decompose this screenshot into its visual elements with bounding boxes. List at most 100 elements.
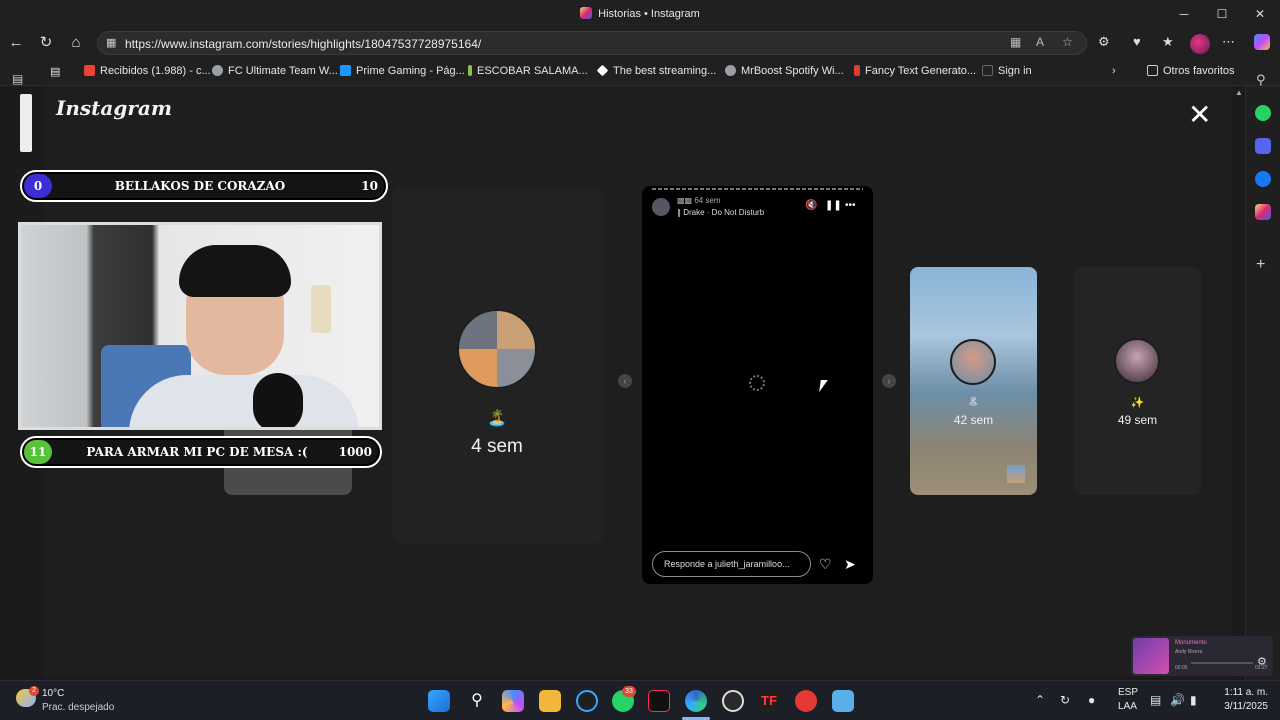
favorite-item[interactable]: Sign in <box>982 65 1032 77</box>
reply-input[interactable]: Responde a julieth_jaramilloo... <box>652 551 811 577</box>
favorites-icon[interactable]: ★ <box>1162 34 1174 50</box>
app-available-icon[interactable]: ▦ <box>1010 35 1021 49</box>
url-text[interactable]: https://www.instagram.com/stories/highli… <box>125 37 481 51</box>
refresh-button[interactable]: ↻ <box>35 32 57 54</box>
now-playing-widget[interactable]: Monumento Andy Rivera 00:05 03:27 <box>1131 636 1273 676</box>
favorite-star-icon[interactable]: ☆ <box>1062 35 1073 49</box>
favorite-item[interactable]: ESCOBAR SALAMA... <box>468 65 588 77</box>
other-favorites-folder[interactable]: Otros favoritos <box>1147 65 1235 77</box>
whatsapp-icon[interactable] <box>1255 105 1271 121</box>
top-goal-bar: 0 BELLAKOS DE CORAZAO 10 <box>20 170 388 202</box>
next-story-arrow-icon[interactable]: › <box>882 374 896 388</box>
customize-icon[interactable]: ⚙ <box>1257 655 1267 668</box>
extensions-icon[interactable]: ⚙ <box>1098 34 1110 50</box>
volume-icon[interactable]: 🔊 <box>1170 693 1185 707</box>
leaf-icon <box>468 65 472 76</box>
instagram-logo[interactable]: Instagram <box>56 96 172 120</box>
site-info-icon[interactable]: ▦ <box>106 36 116 49</box>
microphone-icon[interactable]: ● <box>1088 693 1095 707</box>
favorite-label: Fancy Text Generato... <box>865 65 977 77</box>
whatsapp-badge: 33 <box>622 686 636 697</box>
favorite-item[interactable]: The best streaming... <box>596 64 717 77</box>
favorite-item[interactable]: FC Ultimate Team W... <box>212 65 338 77</box>
send-icon[interactable]: ➤ <box>844 556 856 573</box>
sync-icon[interactable]: ↻ <box>1060 693 1070 707</box>
other-favorites-label: Otros favoritos <box>1163 65 1235 77</box>
far-next-highlight-avatar[interactable] <box>1114 338 1160 384</box>
tiktok-icon[interactable] <box>648 690 670 712</box>
notepad-icon[interactable] <box>832 690 854 712</box>
favorite-item[interactable]: Fancy Text Generato... <box>854 65 976 77</box>
favorite-item[interactable]: Recibidos (1.988) - c... <box>84 65 211 77</box>
bottom-goal-target: 1000 <box>338 445 372 459</box>
copilot-taskbar-icon[interactable] <box>502 690 524 712</box>
instagram-icon[interactable] <box>1255 204 1271 220</box>
clock-date[interactable]: 3/11/2025 <box>1212 701 1268 712</box>
read-aloud-icon[interactable]: A <box>1036 35 1044 49</box>
language-code[interactable]: ESP <box>1118 687 1138 698</box>
file-explorer-icon[interactable] <box>539 690 561 712</box>
favorites-overflow-chevron-icon[interactable]: › <box>1112 65 1116 77</box>
favorites-sidebar-icon[interactable]: ▤ <box>50 65 60 78</box>
scroll-up-arrow-icon[interactable]: ▲ <box>1235 88 1243 97</box>
search-taskbar-icon[interactable]: ⚲ <box>466 690 488 712</box>
story-music[interactable]: ∥ Drake · Do Not Disturb <box>677 208 764 217</box>
media-player-icon[interactable] <box>795 690 817 712</box>
previous-story-arrow-icon[interactable]: ‹ <box>618 374 632 388</box>
clock-time[interactable]: 1:11 a. m. <box>1212 687 1268 698</box>
favorite-label: FC Ultimate Team W... <box>228 65 338 77</box>
like-heart-icon[interactable]: ♡ <box>819 556 832 573</box>
right-sidebar: ⚲ + <box>1245 72 1280 680</box>
keyboard-layout[interactable]: LAA <box>1118 701 1137 712</box>
scrollbar[interactable]: ▲ <box>1232 86 1244 677</box>
next-highlight-avatar[interactable] <box>950 339 996 385</box>
favorite-label: The best streaming... <box>613 65 717 77</box>
story-author-avatar[interactable] <box>652 198 670 216</box>
favorite-item[interactable]: MrBoost Spotify Wi... <box>725 65 844 77</box>
tf-app-icon[interactable]: TF <box>758 690 780 712</box>
browser-essentials-icon[interactable]: ♥ <box>1133 34 1141 49</box>
tray-overflow-chevron-icon[interactable]: ⌃ <box>1035 693 1045 707</box>
next-highlight-age-label: 42 sem <box>953 413 994 427</box>
story-options-icon[interactable]: ••• <box>845 200 856 211</box>
mute-icon[interactable]: 🔇 <box>805 200 817 211</box>
close-window-button[interactable]: ✕ <box>1242 4 1278 24</box>
pause-icon[interactable]: ❚❚ <box>825 200 842 211</box>
story-song-text: Drake · Do Not Disturb <box>683 208 765 217</box>
start-button-icon[interactable] <box>428 690 450 712</box>
story-badge-icon: ▩▩ <box>677 196 695 205</box>
edge-icon[interactable] <box>685 690 707 712</box>
globe-icon <box>212 65 223 76</box>
edge-dev-icon[interactable] <box>576 690 598 712</box>
copilot-icon[interactable] <box>1254 34 1270 50</box>
battery-icon[interactable]: ▮ <box>1190 693 1197 707</box>
sidebar-strip <box>20 94 32 152</box>
tab-actions-icon[interactable]: ▤ <box>12 72 23 86</box>
more-options-icon[interactable]: ⋯ <box>1222 34 1235 50</box>
track-progress-bar[interactable] <box>1191 662 1253 664</box>
discord-icon[interactable] <box>1255 138 1271 154</box>
highlight-avatar[interactable] <box>457 309 537 389</box>
back-button[interactable]: ← <box>5 32 27 54</box>
top-goal-target: 10 <box>361 179 378 193</box>
story-progress-bar <box>652 188 863 190</box>
track-artist: Andy Rivera <box>1175 649 1203 655</box>
profile-avatar[interactable] <box>1190 34 1210 54</box>
weather-desc[interactable]: Prac. despejado <box>42 702 114 713</box>
add-sidebar-app-icon[interactable]: + <box>1256 256 1265 274</box>
maximize-button[interactable]: ☐ <box>1204 4 1240 24</box>
chrome-icon[interactable] <box>722 690 744 712</box>
home-button[interactable]: ⌂ <box>65 32 87 54</box>
close-stories-button[interactable]: ✕ <box>1188 101 1211 129</box>
minimize-button[interactable]: ─ <box>1166 4 1202 24</box>
weather-temp[interactable]: 10°C <box>42 688 64 699</box>
favorite-item[interactable]: Prime Gaming - Pág... <box>340 65 465 77</box>
search-icon[interactable]: ⚲ <box>1256 72 1266 88</box>
webcam-microphone <box>253 373 303 427</box>
facebook-icon[interactable] <box>1255 171 1271 187</box>
webcam-wall-phone <box>311 285 331 333</box>
address-bar[interactable]: ▦ https://www.instagram.com/stories/high… <box>97 31 1087 55</box>
favorite-label: MrBoost Spotify Wi... <box>741 65 844 77</box>
network-icon[interactable]: ▤ <box>1150 693 1161 707</box>
streaming-diamond-icon <box>596 64 609 77</box>
